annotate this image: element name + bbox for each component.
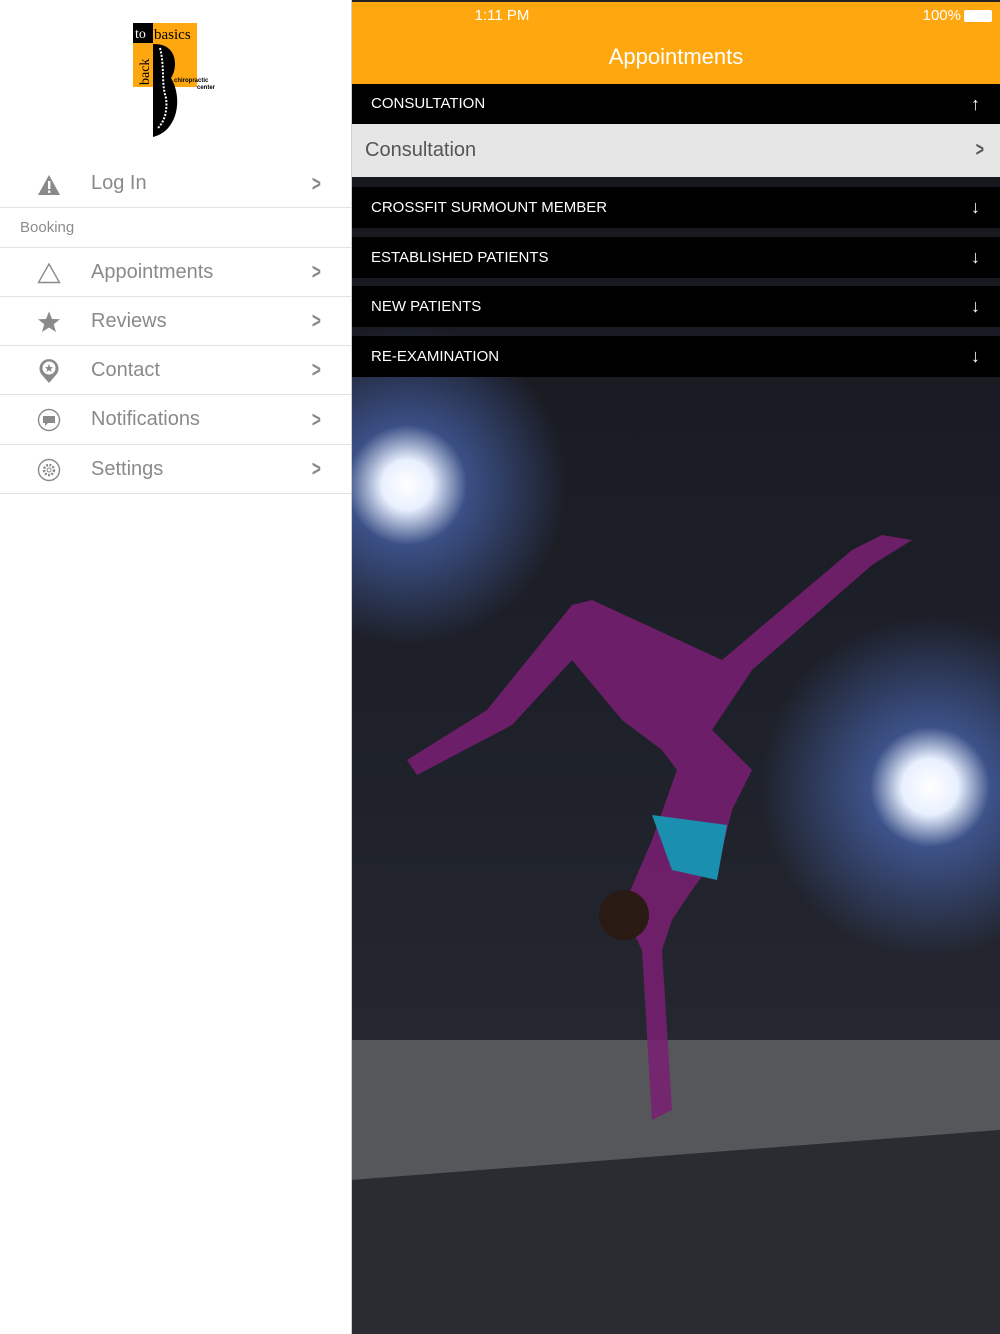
accordion-new-patients[interactable]: NEW PATIENTS ↓	[352, 286, 1000, 327]
sidebar-item-settings[interactable]: Settings >	[0, 445, 351, 494]
accordion-re-examination[interactable]: RE-EXAMINATION ↓	[352, 336, 1000, 377]
chevron-right-icon: >	[976, 139, 985, 161]
star-icon	[36, 309, 62, 335]
chevron-right-icon: >	[311, 308, 321, 333]
accordion-label: CROSSFIT SURMOUNT MEMBER	[371, 199, 608, 216]
accordion-label: RE-EXAMINATION	[371, 348, 500, 365]
back-to-basics-logo: to basics back chiropractic center	[133, 23, 216, 137]
sidebar-item-contact[interactable]: Contact >	[0, 346, 351, 395]
handstand-figure-photo	[407, 535, 912, 1120]
accordion-label: NEW PATIENTS	[371, 298, 482, 315]
accordion-label: CONSULTATION	[371, 95, 486, 112]
battery-percent: 100%	[922, 7, 961, 24]
sidebar-item-appointments[interactable]: Appointments >	[0, 248, 351, 297]
sidebar-item-log-in[interactable]: Log In >	[0, 160, 351, 208]
warning-icon	[36, 172, 62, 198]
accordion-established-patients[interactable]: ESTABLISHED PATIENTS ↓	[352, 237, 1000, 278]
sidebar-item-notifications[interactable]: Notifications >	[0, 395, 351, 445]
sidebar-item-label: Reviews	[91, 309, 167, 332]
list-item-consultation[interactable]: Consultation >	[352, 124, 1000, 177]
gear-icon	[36, 457, 62, 483]
sidebar-item-label: Contact	[91, 358, 160, 381]
sidebar-item-label: Settings	[91, 457, 164, 480]
svg-text:back: back	[138, 59, 153, 85]
chevron-right-icon: >	[311, 406, 321, 432]
svg-text:center: center	[197, 85, 216, 91]
arrow-up-icon: ↑	[971, 94, 980, 114]
battery-icon	[964, 9, 992, 22]
location-pin-icon	[36, 358, 62, 384]
status-time: 1:11 PM	[474, 7, 530, 24]
list-item-label: Consultation	[365, 139, 477, 161]
sidebar-item-label: Appointments	[91, 260, 214, 283]
chevron-right-icon: >	[311, 170, 321, 196]
section-header-booking: Booking	[0, 208, 351, 248]
accordion-crossfit-surmount-member[interactable]: CROSSFIT SURMOUNT MEMBER ↓	[352, 187, 1000, 228]
sidebar-item-reviews[interactable]: Reviews >	[0, 297, 351, 346]
side-menu: to basics back chiropractic center Log I…	[0, 0, 352, 1334]
arrow-down-icon: ↓	[971, 197, 980, 217]
sidebar-item-label: Log In	[91, 172, 147, 194]
chevron-right-icon: >	[311, 357, 321, 382]
svg-text:to: to	[135, 27, 146, 42]
page-title: Appointments	[608, 44, 744, 69]
svg-text:chiropractic: chiropractic	[174, 78, 209, 84]
nav-header: 1:11 PM 100% Appointments	[352, 0, 1000, 84]
chevron-right-icon: >	[311, 456, 321, 481]
accordion-label: ESTABLISHED PATIENTS	[371, 249, 549, 266]
arrow-down-icon: ↓	[971, 296, 980, 316]
battery-indicator: 100%	[923, 7, 992, 24]
appointments-panel: 1:11 PM 100% Appointments CONSULTATION ↑ …	[352, 0, 1000, 1334]
arrow-down-icon: ↓	[971, 346, 980, 366]
svg-text:basics: basics	[154, 27, 191, 43]
arrow-down-icon: ↓	[971, 247, 980, 267]
chevron-right-icon: >	[311, 259, 321, 284]
chat-bubble-icon	[36, 407, 62, 433]
accordion-consultation[interactable]: CONSULTATION ↑	[352, 84, 1000, 124]
sidebar-item-label: Notifications	[91, 408, 200, 430]
triangle-icon	[36, 260, 62, 286]
